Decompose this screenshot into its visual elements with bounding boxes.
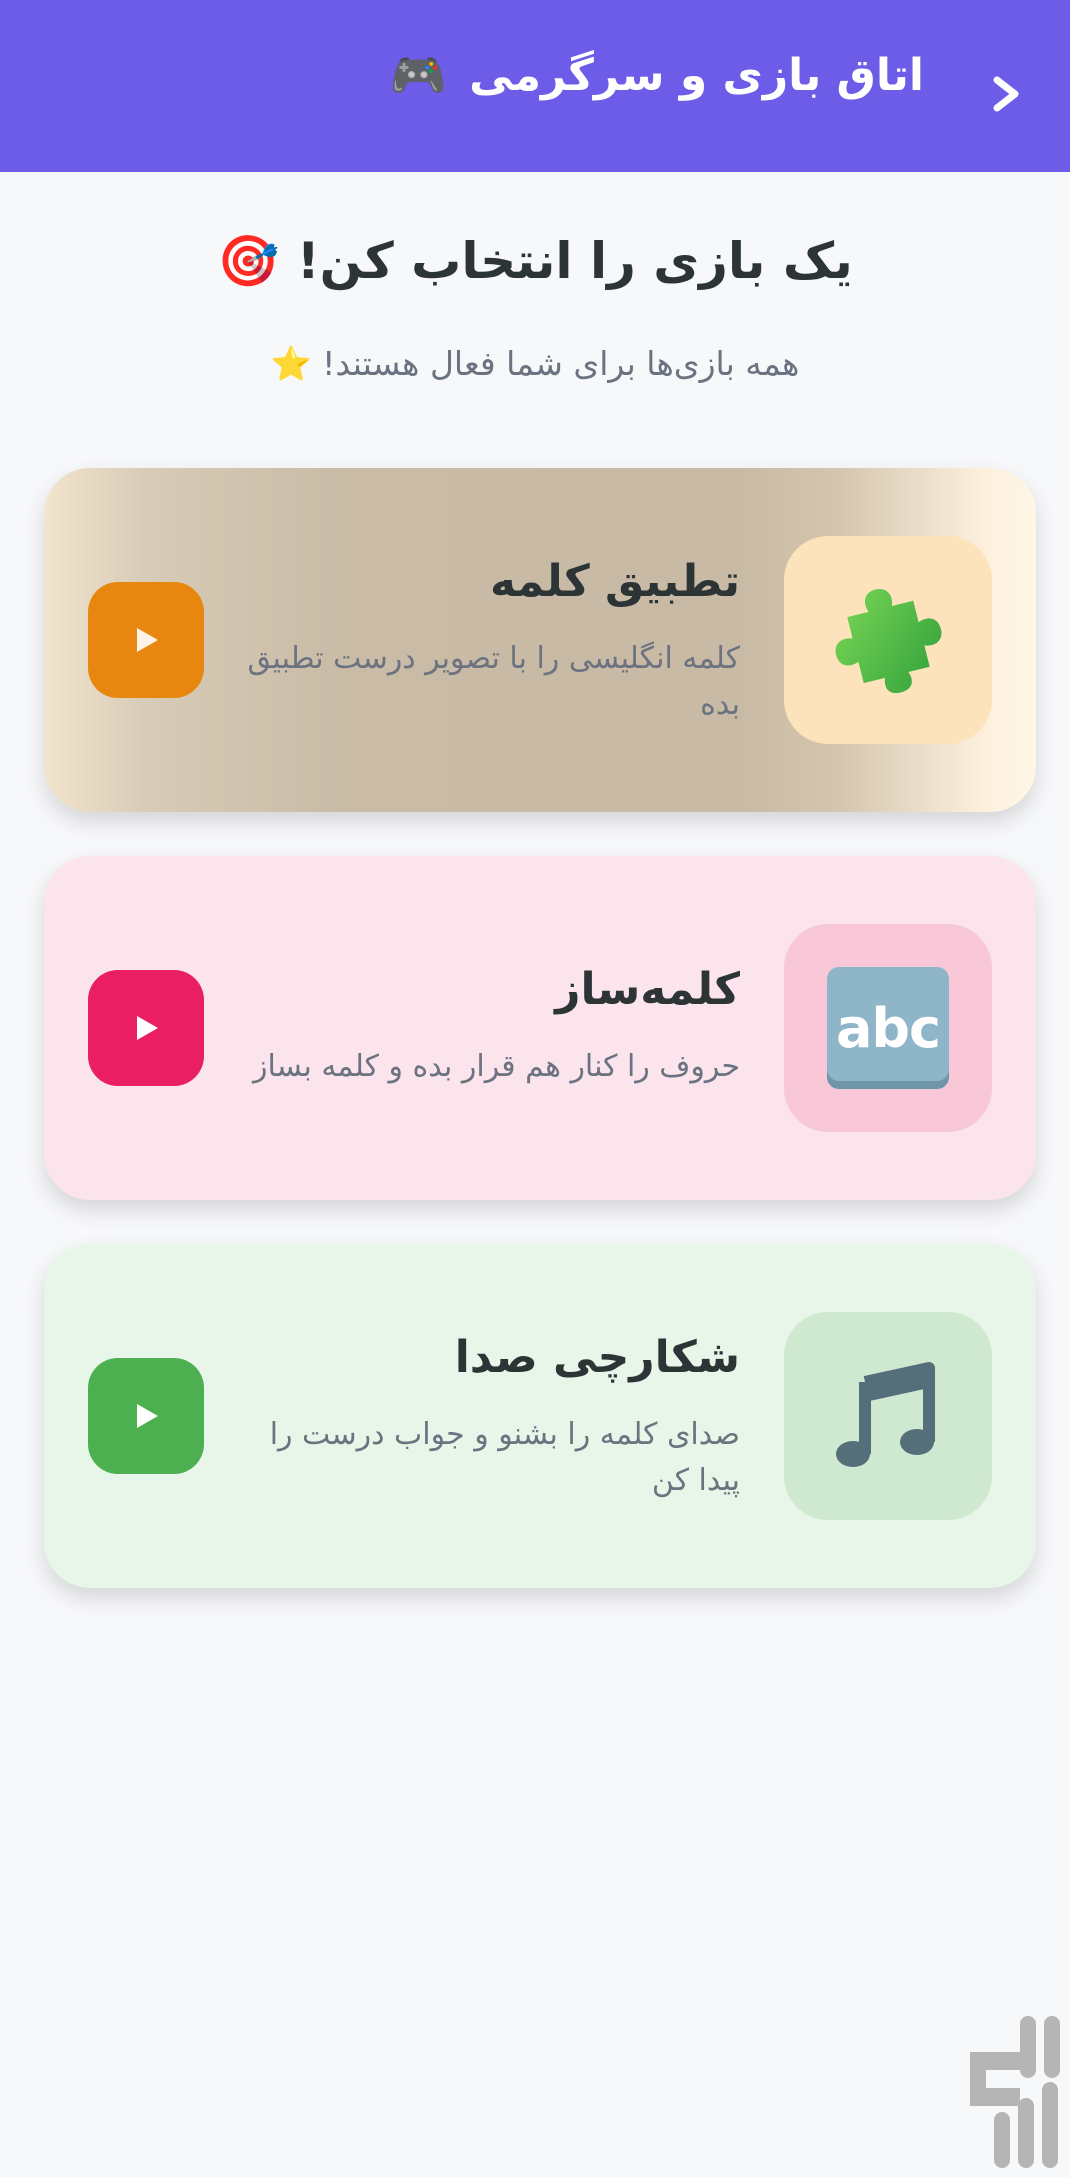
game-title: تطبیق کلمه bbox=[489, 556, 740, 607]
play-button[interactable] bbox=[88, 1358, 204, 1474]
game-card-sound-hunter[interactable]: شکارچی صدا صدای کلمه را بشنو و جواب درست… bbox=[44, 1244, 1036, 1588]
abc-letters-icon: abc bbox=[827, 967, 949, 1089]
game-icon-tile bbox=[784, 536, 992, 744]
chevron-back-icon bbox=[993, 76, 1019, 112]
star-icon: ⭐ bbox=[270, 344, 312, 383]
game-description: صدای کلمه را بشنو و جواب درست را پیدا کن bbox=[269, 1417, 740, 1498]
game-icon-tile: abc bbox=[784, 924, 992, 1132]
play-icon bbox=[137, 1016, 158, 1040]
game-card-word-match[interactable]: تطبیق کلمه کلمه انگلیسی را با تصویر درست… bbox=[44, 468, 1036, 812]
play-icon bbox=[137, 628, 158, 652]
app-bar: اتاق بازی و سرگرمی 🎮 bbox=[0, 0, 1070, 172]
game-title: کلمه‌ساز bbox=[555, 964, 740, 1015]
game-card-word-builder[interactable]: abc کلمه‌ساز حروف را کنار هم قرار بده و … bbox=[44, 856, 1036, 1200]
gamepad-icon: 🎮 bbox=[389, 48, 448, 102]
page-title-text: اتاق بازی و سرگرمی bbox=[469, 50, 924, 101]
game-title: شکارچی صدا bbox=[454, 1332, 740, 1383]
play-icon bbox=[137, 1404, 158, 1428]
bazaar-logo-icon bbox=[970, 2016, 1060, 2168]
music-note-icon bbox=[836, 1362, 935, 1467]
play-button[interactable] bbox=[88, 970, 204, 1086]
choose-game-heading: یک بازی را انتخاب کن! 🎯 bbox=[0, 232, 1070, 291]
game-room-screen: اتاق بازی و سرگرمی 🎮 یک بازی را انتخاب ک… bbox=[0, 0, 1070, 2177]
choose-game-heading-text: یک بازی را انتخاب کن! bbox=[296, 232, 853, 290]
target-icon: 🎯 bbox=[217, 232, 280, 290]
choose-game-subheading: همه بازی‌ها برای شما فعال هستند! ⭐ bbox=[0, 344, 1070, 384]
game-description: کلمه انگلیسی را با تصویر درست تطبیق بده bbox=[247, 641, 740, 722]
game-icon-tile bbox=[784, 1312, 992, 1520]
page-title: اتاق بازی و سرگرمی 🎮 bbox=[390, 48, 924, 103]
puzzle-piece-icon bbox=[835, 588, 942, 694]
choose-game-subheading-text: همه بازی‌ها برای شما فعال هستند! bbox=[322, 344, 800, 383]
game-description: حروف را کنار هم قرار بده و کلمه بساز bbox=[253, 1049, 740, 1084]
play-button[interactable] bbox=[88, 582, 204, 698]
back-button[interactable] bbox=[986, 70, 1026, 118]
